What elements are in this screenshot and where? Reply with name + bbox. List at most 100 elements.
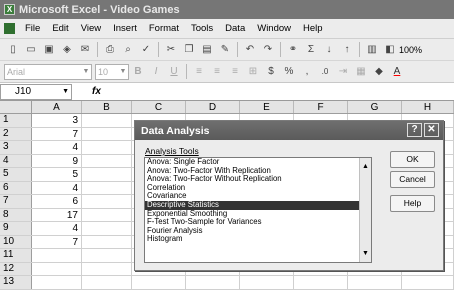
column-header[interactable]: A bbox=[32, 101, 82, 113]
grid-cell[interactable]: 4 bbox=[32, 141, 82, 154]
list-scrollbar[interactable]: ▲ ▼ bbox=[359, 158, 371, 262]
select-all-corner[interactable] bbox=[0, 101, 32, 113]
grid-cell[interactable]: 3 bbox=[32, 114, 82, 127]
grid-cell[interactable]: 17 bbox=[32, 208, 82, 221]
font-name-select[interactable]: Arial ▼ bbox=[4, 63, 92, 80]
list-item[interactable]: Histogram bbox=[145, 235, 371, 244]
save-icon[interactable]: ▣ bbox=[41, 42, 57, 58]
copy-icon[interactable]: ❐ bbox=[181, 42, 197, 58]
row-header[interactable]: 10 bbox=[0, 235, 32, 248]
grid-cell[interactable]: 9 bbox=[32, 154, 82, 167]
menu-data[interactable]: Data bbox=[219, 23, 251, 34]
grid-cell[interactable] bbox=[132, 276, 186, 289]
align-right-icon[interactable]: ≡ bbox=[227, 64, 243, 80]
grid-cell[interactable] bbox=[82, 114, 132, 127]
redo-icon[interactable]: ↷ bbox=[260, 42, 276, 58]
row-header[interactable]: 1 bbox=[0, 114, 32, 127]
drawing-icon[interactable]: ◧ bbox=[382, 42, 398, 58]
column-header[interactable]: B bbox=[82, 101, 132, 113]
row-header[interactable]: 12 bbox=[0, 262, 32, 275]
cancel-button[interactable]: Cancel bbox=[390, 171, 435, 188]
row-header[interactable]: 4 bbox=[0, 154, 32, 167]
fill-color-icon[interactable]: ◆ bbox=[371, 64, 387, 80]
menu-format[interactable]: Format bbox=[143, 23, 185, 34]
merge-center-icon[interactable]: ⊞ bbox=[245, 64, 261, 80]
sort-descending-icon[interactable]: ↑ bbox=[339, 42, 355, 58]
workbook-icon[interactable] bbox=[4, 23, 15, 34]
format-painter-icon[interactable]: ✎ bbox=[217, 42, 233, 58]
cut-icon[interactable]: ✂ bbox=[163, 42, 179, 58]
font-color-icon[interactable]: A bbox=[389, 64, 405, 80]
name-box[interactable]: J10 ▼ bbox=[0, 83, 72, 100]
email-icon[interactable]: ✉ bbox=[77, 42, 93, 58]
column-header[interactable]: E bbox=[240, 101, 294, 113]
analysis-tools-list[interactable]: Anova: Single Factor Anova: Two-Factor Wi… bbox=[144, 157, 372, 263]
row-header[interactable]: 6 bbox=[0, 181, 32, 194]
borders-icon[interactable]: ▦ bbox=[353, 64, 369, 80]
bold-icon[interactable]: B bbox=[130, 64, 146, 80]
grid-cell[interactable] bbox=[82, 208, 132, 221]
increase-decimal-icon[interactable]: .0 bbox=[317, 64, 333, 80]
help-icon[interactable]: ? bbox=[407, 123, 422, 137]
grid-cell[interactable] bbox=[82, 262, 132, 275]
grid-cell[interactable] bbox=[32, 249, 82, 262]
new-icon[interactable]: ▯ bbox=[5, 42, 21, 58]
zoom-box[interactable]: 100% bbox=[399, 45, 422, 55]
grid-cell[interactable] bbox=[32, 276, 82, 289]
row-header[interactable]: 9 bbox=[0, 222, 32, 235]
comma-icon[interactable]: , bbox=[299, 64, 315, 80]
column-header[interactable]: G bbox=[348, 101, 402, 113]
scroll-up-icon[interactable]: ▲ bbox=[360, 161, 371, 172]
print-preview-icon[interactable]: ⌕ bbox=[120, 42, 136, 58]
row-header[interactable]: 11 bbox=[0, 249, 32, 262]
align-center-icon[interactable]: ≡ bbox=[209, 64, 225, 80]
open-icon[interactable]: ▭ bbox=[23, 42, 39, 58]
align-left-icon[interactable]: ≡ bbox=[191, 64, 207, 80]
grid-cell[interactable] bbox=[82, 235, 132, 248]
print-icon[interactable]: ⎙ bbox=[102, 42, 118, 58]
sort-ascending-icon[interactable]: ↓ bbox=[321, 42, 337, 58]
grid-cell[interactable]: 4 bbox=[32, 181, 82, 194]
column-header[interactable]: F bbox=[294, 101, 348, 113]
italic-icon[interactable]: I bbox=[148, 64, 164, 80]
autosum-icon[interactable]: Σ bbox=[303, 42, 319, 58]
menu-file[interactable]: File bbox=[19, 23, 46, 34]
row-header[interactable]: 7 bbox=[0, 195, 32, 208]
hyperlink-icon[interactable]: ⚭ bbox=[285, 42, 301, 58]
column-header[interactable]: C bbox=[132, 101, 186, 113]
menu-edit[interactable]: Edit bbox=[46, 23, 74, 34]
paste-icon[interactable]: ▤ bbox=[199, 42, 215, 58]
scroll-down-icon[interactable]: ▼ bbox=[360, 248, 371, 259]
close-icon[interactable]: ✕ bbox=[424, 123, 439, 137]
column-header[interactable]: D bbox=[186, 101, 240, 113]
grid-cell[interactable] bbox=[348, 276, 402, 289]
column-header[interactable]: H bbox=[402, 101, 454, 113]
grid-cell[interactable] bbox=[82, 249, 132, 262]
row-header[interactable]: 13 bbox=[0, 276, 32, 289]
help-button[interactable]: Help bbox=[390, 195, 435, 212]
grid-cell[interactable] bbox=[82, 195, 132, 208]
ok-button[interactable]: OK bbox=[390, 151, 435, 168]
grid-cell[interactable] bbox=[82, 222, 132, 235]
grid-cell[interactable] bbox=[82, 154, 132, 167]
menu-tools[interactable]: Tools bbox=[185, 23, 219, 34]
grid-cell[interactable] bbox=[240, 276, 294, 289]
grid-cell[interactable] bbox=[82, 127, 132, 140]
grid-cell[interactable] bbox=[82, 276, 132, 289]
spelling-icon[interactable]: ✓ bbox=[138, 42, 154, 58]
grid-cell[interactable]: 5 bbox=[32, 168, 82, 181]
permission-icon[interactable]: ◈ bbox=[59, 42, 75, 58]
grid-cell[interactable]: 4 bbox=[32, 222, 82, 235]
grid-cell[interactable]: 6 bbox=[32, 195, 82, 208]
underline-icon[interactable]: U bbox=[166, 64, 182, 80]
grid-cell[interactable] bbox=[186, 276, 240, 289]
menu-help[interactable]: Help bbox=[297, 23, 329, 34]
font-size-select[interactable]: 10 ▼ bbox=[95, 63, 129, 80]
currency-icon[interactable]: $ bbox=[263, 64, 279, 80]
row-header[interactable]: 8 bbox=[0, 208, 32, 221]
grid-cell[interactable] bbox=[294, 276, 348, 289]
menu-window[interactable]: Window bbox=[251, 23, 297, 34]
grid-cell[interactable] bbox=[32, 262, 82, 275]
percent-icon[interactable]: % bbox=[281, 64, 297, 80]
indent-icon[interactable]: ⇥ bbox=[335, 64, 351, 80]
